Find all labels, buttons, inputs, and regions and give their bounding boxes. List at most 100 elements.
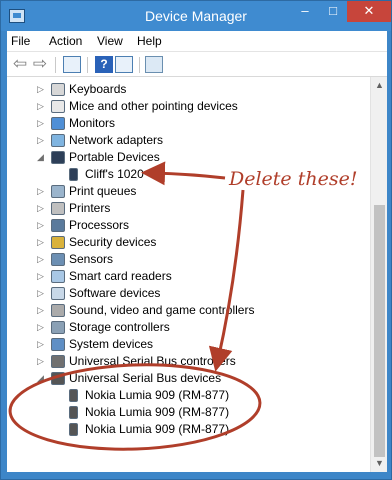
device-category[interactable]: ▷ Storage controllers: [7, 319, 370, 336]
show-hide-tree-icon[interactable]: [63, 56, 81, 73]
device-label: Storage controllers: [69, 320, 170, 334]
device-label: Portable Devices: [69, 150, 160, 164]
expand-arrow-icon[interactable]: ▷: [37, 353, 47, 370]
device-item[interactable]: Nokia Lumia 909 (RM-877): [7, 387, 370, 404]
expand-arrow-icon[interactable]: ▷: [37, 268, 47, 285]
device-category[interactable]: ▷ Monitors: [7, 115, 370, 132]
device-label: Nokia Lumia 909 (RM-877): [85, 388, 230, 402]
device-label: Network adapters: [69, 133, 164, 147]
device-label: Security devices: [69, 235, 157, 249]
menu-help[interactable]: Help: [137, 34, 162, 48]
keyboard-icon: [51, 83, 65, 96]
title-bar[interactable]: Device Manager – □ ✕: [1, 1, 391, 31]
expand-arrow-icon[interactable]: ▷: [37, 285, 47, 302]
device-category[interactable]: ▷ System devices: [7, 336, 370, 353]
scroll-thumb[interactable]: [374, 205, 385, 457]
sensor-icon: [51, 253, 65, 266]
device-label: Mice and other pointing devices: [69, 99, 238, 113]
expand-arrow-icon[interactable]: ▷: [37, 183, 47, 200]
device-tree: ▷ Keyboards ▷ Mice and other pointing devic…: [7, 77, 370, 472]
device-label: Universal Serial Bus devices: [69, 371, 222, 385]
sound-icon: [51, 304, 65, 317]
usb-controller-icon: [51, 355, 65, 368]
smart-card-reader-icon: [51, 270, 65, 283]
device-category[interactable]: ▷ Sound, video and game controllers: [7, 302, 370, 319]
phone-icon: [69, 168, 78, 181]
usb-device-icon: [51, 372, 65, 385]
network-adapter-icon: [51, 134, 65, 147]
scroll-down-icon[interactable]: ▼: [371, 455, 388, 472]
back-arrow-icon[interactable]: ⇦: [11, 55, 29, 73]
device-category[interactable]: ▷ Sensors: [7, 251, 370, 268]
expand-arrow-icon[interactable]: ▷: [37, 115, 47, 132]
expand-arrow-icon[interactable]: ▷: [37, 200, 47, 217]
device-category[interactable]: ▷ Mice and other pointing devices: [7, 98, 370, 115]
minimize-button[interactable]: –: [291, 1, 319, 22]
device-item[interactable]: Nokia Lumia 909 (RM-877): [7, 404, 370, 421]
device-label: Nokia Lumia 909 (RM-877): [85, 422, 230, 436]
maximize-button[interactable]: □: [319, 1, 347, 22]
close-button[interactable]: ✕: [347, 1, 391, 22]
usb-plug-icon: [69, 406, 78, 419]
system-device-icon: [51, 338, 65, 351]
menu-action[interactable]: Action: [49, 34, 82, 48]
device-label: System devices: [69, 337, 154, 351]
expand-arrow-icon[interactable]: ▷: [37, 251, 47, 268]
device-category[interactable]: ▷ Smart card readers: [7, 268, 370, 285]
portable-device-icon: [51, 151, 65, 164]
device-category[interactable]: ▷ Universal Serial Bus controllers: [7, 353, 370, 370]
toolbar-separator: [87, 57, 88, 73]
expand-arrow-icon[interactable]: ▷: [37, 336, 47, 353]
monitor-icon: [51, 117, 65, 130]
expand-arrow-icon[interactable]: ▷: [37, 81, 47, 98]
device-label: Software devices: [69, 286, 161, 300]
usb-plug-icon: [69, 423, 78, 436]
device-label: Sensors: [69, 252, 114, 266]
device-label: Universal Serial Bus controllers: [69, 354, 236, 368]
forward-arrow-icon[interactable]: ⇨: [31, 55, 49, 73]
device-label: Printers: [69, 201, 111, 215]
collapse-arrow-icon[interactable]: ◢: [37, 370, 47, 387]
device-item[interactable]: Nokia Lumia 909 (RM-877): [7, 421, 370, 438]
printer-icon: [51, 202, 65, 215]
device-category[interactable]: ▷ Software devices: [7, 285, 370, 302]
menu-view[interactable]: View: [97, 34, 123, 48]
expand-arrow-icon[interactable]: ▷: [37, 302, 47, 319]
properties-icon[interactable]: [115, 56, 133, 73]
device-category[interactable]: ◢ Universal Serial Bus devices: [7, 370, 370, 387]
vertical-scrollbar[interactable]: ▲ ▼: [370, 77, 387, 472]
annotation-text: Delete these!: [229, 168, 358, 190]
menu-bar: File Action View Help: [7, 31, 387, 51]
expand-arrow-icon[interactable]: ▷: [37, 234, 47, 251]
toolbar-separator: [55, 57, 56, 73]
device-category[interactable]: ▷ Network adapters: [7, 132, 370, 149]
toolbar-separator: [139, 57, 140, 73]
device-label: Cliff's 1020: [85, 167, 144, 181]
device-category[interactable]: ▷ Printers: [7, 200, 370, 217]
device-label: Sound, video and game controllers: [69, 303, 255, 317]
expand-arrow-icon[interactable]: ▷: [37, 98, 47, 115]
device-label: Keyboards: [69, 82, 127, 96]
device-category[interactable]: ▷ Keyboards: [7, 81, 370, 98]
scan-hardware-icon[interactable]: [145, 56, 163, 73]
device-label: Monitors: [69, 116, 116, 130]
expand-arrow-icon[interactable]: ▷: [37, 132, 47, 149]
toolbar: ⇦ ⇨ ?: [7, 51, 387, 77]
processor-icon: [51, 219, 65, 232]
menu-file[interactable]: File: [11, 34, 30, 48]
device-label: Processors: [69, 218, 130, 232]
storage-controller-icon: [51, 321, 65, 334]
collapse-arrow-icon[interactable]: ◢: [37, 149, 47, 166]
device-manager-window: Device Manager – □ ✕ File Action View He…: [0, 0, 392, 480]
device-category[interactable]: ◢ Portable Devices: [7, 149, 370, 166]
device-label: Print queues: [69, 184, 137, 198]
mouse-icon: [51, 100, 65, 113]
scroll-up-icon[interactable]: ▲: [371, 77, 388, 94]
device-category[interactable]: ▷ Security devices: [7, 234, 370, 251]
expand-arrow-icon[interactable]: ▷: [37, 319, 47, 336]
help-icon[interactable]: ?: [95, 56, 113, 73]
device-category[interactable]: ▷ Processors: [7, 217, 370, 234]
security-device-icon: [51, 236, 65, 249]
expand-arrow-icon[interactable]: ▷: [37, 217, 47, 234]
usb-plug-icon: [69, 389, 78, 402]
